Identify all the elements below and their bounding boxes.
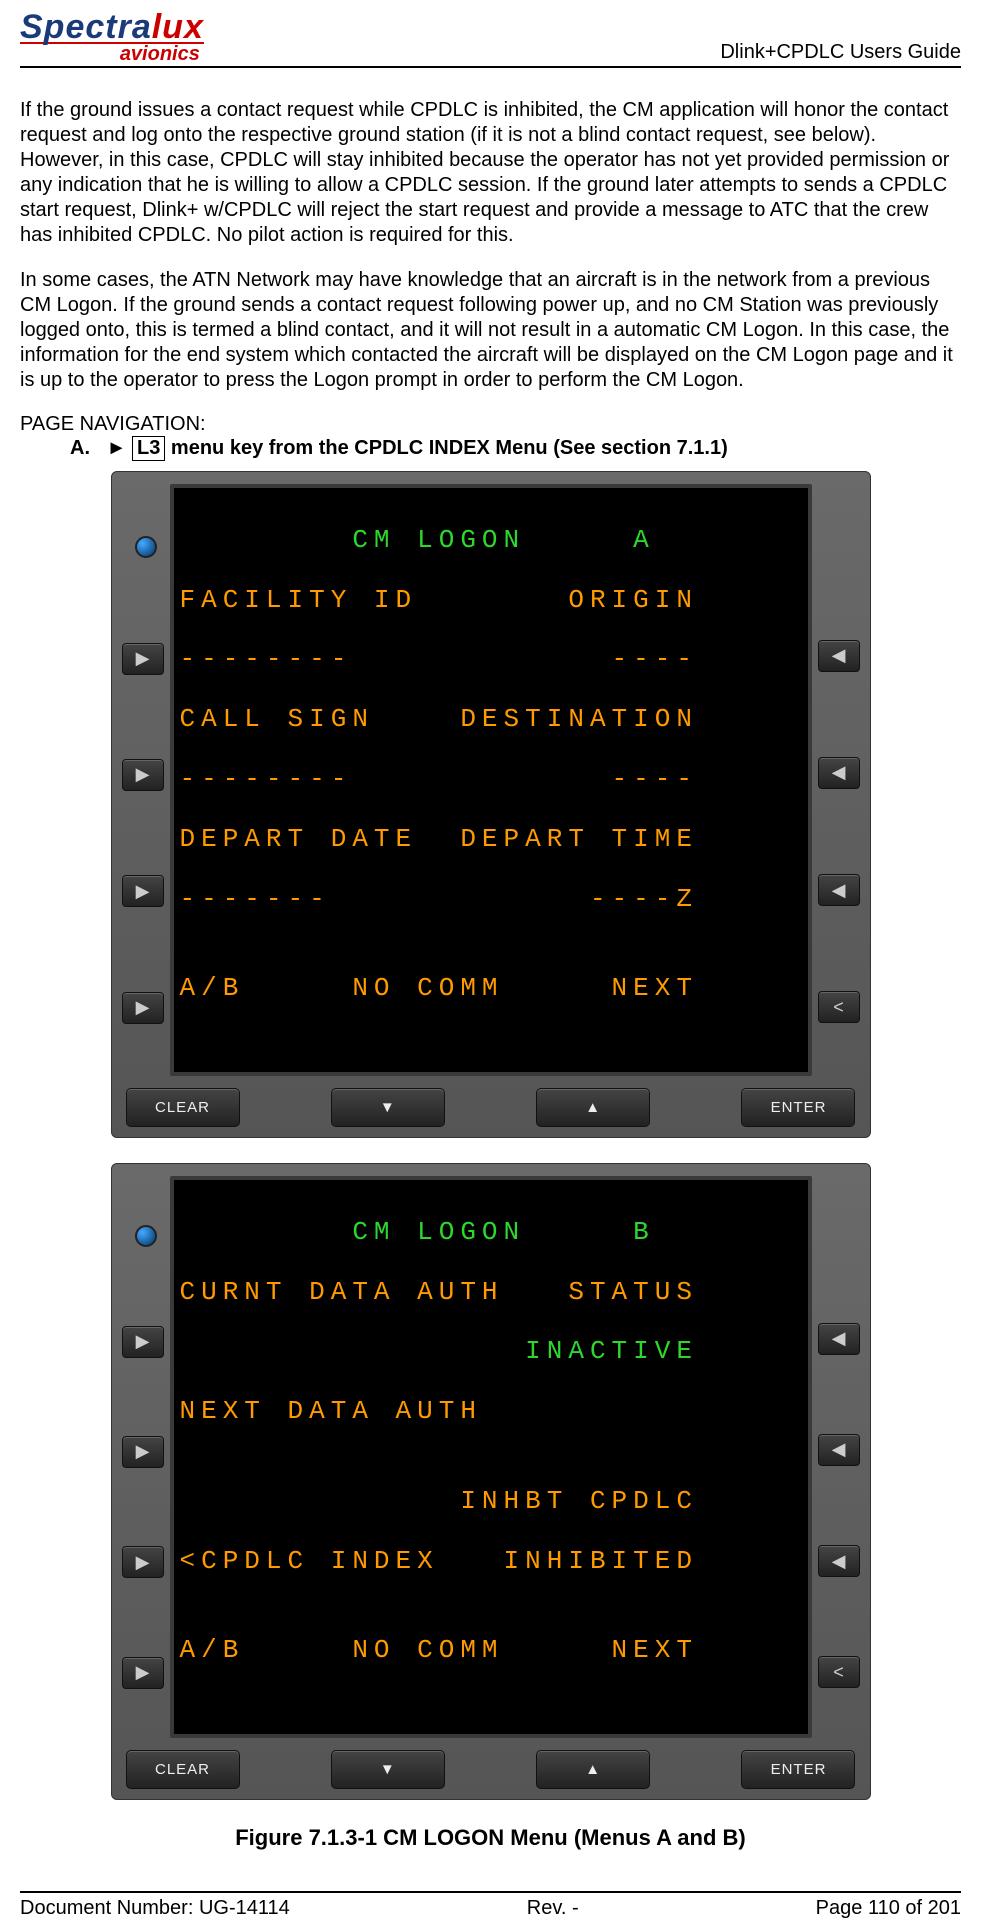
screen-a-line3: CALL SIGN DESTINATION xyxy=(180,705,802,735)
clear-button[interactable]: CLEAR xyxy=(126,1750,240,1789)
up-button[interactable]: ▲ xyxy=(536,1750,650,1789)
screen-b-line5: INHBT CPDLC xyxy=(180,1487,802,1517)
lsk-r1[interactable]: ◀ xyxy=(818,1323,860,1355)
logo: Spectralux avionics xyxy=(20,10,204,64)
lsk-l3[interactable]: ▶ xyxy=(122,1546,164,1578)
lsk-l4[interactable]: ▶ xyxy=(122,992,164,1024)
lsk-l4[interactable]: ▶ xyxy=(122,1657,164,1689)
lsk-r1[interactable]: ◀ xyxy=(818,640,860,672)
screen-a-line2: -------- ---- xyxy=(180,645,802,675)
left-key-column: ▶ ▶ ▶ ▶ xyxy=(122,484,170,1076)
chevron-down-icon: ▼ xyxy=(380,1761,396,1778)
screen-b-title: CM LOGON B xyxy=(180,1218,802,1248)
up-button[interactable]: ▲ xyxy=(536,1088,650,1127)
enter-button[interactable]: ENTER xyxy=(741,1088,855,1127)
footer-revision: Rev. - xyxy=(527,1897,579,1920)
nav-key: L3 xyxy=(132,436,165,461)
cdu-device-b: ▶ ▶ ▶ ▶ CM LOGON B CURNT DATA AUTH STATU… xyxy=(111,1163,871,1800)
lsk-r4[interactable]: < xyxy=(818,991,860,1023)
cdu-device-a: ▶ ▶ ▶ ▶ CM LOGON A FACILITY ID ORIGIN --… xyxy=(111,471,871,1138)
screen-a-line1: FACILITY ID ORIGIN xyxy=(180,586,802,616)
right-key-column: ◀ ◀ ◀ < xyxy=(812,1176,860,1738)
screen-a-title: CM LOGON A xyxy=(180,526,802,556)
screen-b-line2: INACTIVE xyxy=(180,1337,802,1367)
logo-text-b: lux xyxy=(152,8,204,46)
display-screen-a: CM LOGON A FACILITY ID ORIGIN -------- -… xyxy=(174,488,808,1072)
screen-a-line4: -------- ---- xyxy=(180,765,802,795)
chevron-up-icon: ▲ xyxy=(585,1099,601,1116)
footer-page-number: Page 110 of 201 xyxy=(816,1897,961,1920)
lsk-r2[interactable]: ◀ xyxy=(818,1434,860,1466)
down-button[interactable]: ▼ xyxy=(331,1088,445,1127)
lsk-r3[interactable]: ◀ xyxy=(818,1545,860,1577)
nav-item-prefix: A. xyxy=(70,437,90,459)
enter-button[interactable]: ENTER xyxy=(741,1750,855,1789)
nav-item-text: menu key from the CPDLC INDEX Menu (See … xyxy=(165,437,727,459)
lsk-r3[interactable]: ◀ xyxy=(818,874,860,906)
display-screen-b: CM LOGON B CURNT DATA AUTH STATUS INACTI… xyxy=(174,1180,808,1734)
chevron-up-icon: ▲ xyxy=(585,1761,601,1778)
screen-b-line6: <CPDLC INDEX INHIBITED xyxy=(180,1547,802,1577)
left-key-column: ▶ ▶ ▶ ▶ xyxy=(122,1176,170,1738)
lsk-r4[interactable]: < xyxy=(818,1656,860,1688)
status-led-icon xyxy=(135,1225,157,1247)
nav-arrow-icon: ► xyxy=(107,437,127,459)
screen-b-line1: CURNT DATA AUTH STATUS xyxy=(180,1278,802,1308)
footer-doc-number: Document Number: UG-14114 xyxy=(20,1897,290,1920)
document-title: Dlink+CPDLC Users Guide xyxy=(720,41,961,64)
paragraph-1: If the ground issues a contact request w… xyxy=(20,98,961,248)
chevron-down-icon: ▼ xyxy=(380,1099,396,1116)
lsk-l1[interactable]: ▶ xyxy=(122,1326,164,1358)
page-footer: Document Number: UG-14114 Rev. - Page 11… xyxy=(20,1891,961,1920)
screen-a-line8: A/B NO COMM NEXT xyxy=(180,974,802,1004)
logo-text-a: Spectra xyxy=(20,8,152,46)
screen-b-line3: NEXT DATA AUTH xyxy=(180,1397,802,1427)
lsk-l2[interactable]: ▶ xyxy=(122,759,164,791)
paragraph-2: In some cases, the ATN Network may have … xyxy=(20,268,961,393)
page-navigation-label: PAGE NAVIGATION: xyxy=(20,413,961,436)
clear-button[interactable]: CLEAR xyxy=(126,1088,240,1127)
lsk-r2[interactable]: ◀ xyxy=(818,757,860,789)
lsk-l3[interactable]: ▶ xyxy=(122,875,164,907)
screen-a-line5: DEPART DATE DEPART TIME xyxy=(180,825,802,855)
screen-a-line6: ------- ----Z xyxy=(180,885,802,915)
screen-b-line8: A/B NO COMM NEXT xyxy=(180,1636,802,1666)
down-button[interactable]: ▼ xyxy=(331,1750,445,1789)
figure-caption: Figure 7.1.3-1 CM LOGON Menu (Menus A an… xyxy=(20,1825,961,1851)
lsk-l2[interactable]: ▶ xyxy=(122,1436,164,1468)
page-header: Spectralux avionics Dlink+CPDLC Users Gu… xyxy=(20,10,961,68)
lsk-l1[interactable]: ▶ xyxy=(122,643,164,675)
nav-item-a: A. ► L3 menu key from the CPDLC INDEX Me… xyxy=(70,436,961,461)
right-key-column: ◀ ◀ ◀ < xyxy=(812,484,860,1076)
status-led-icon xyxy=(135,536,157,558)
